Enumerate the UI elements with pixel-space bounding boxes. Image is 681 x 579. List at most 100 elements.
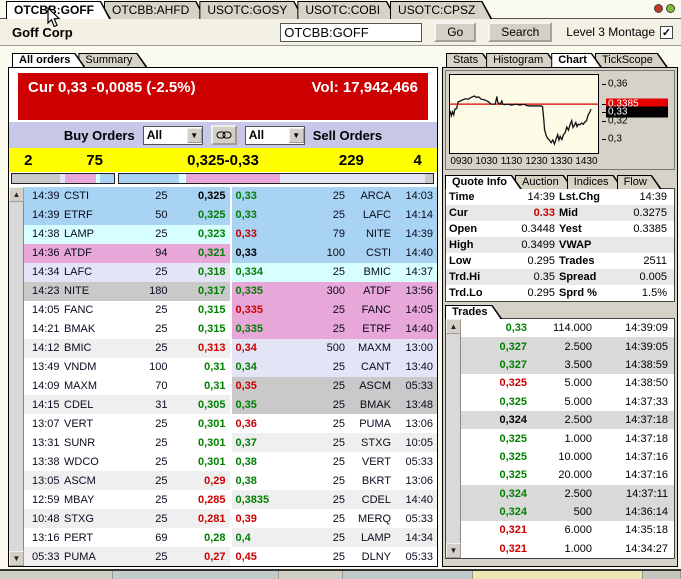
tab-usotc-cpsz[interactable]: USOTC:CPSZ (390, 1, 492, 19)
trade-row[interactable]: 0,3272.50014:39:05 (461, 337, 674, 355)
symbol-input[interactable] (280, 23, 422, 42)
bid-cell[interactable]: 14:39CSTI250,325 (24, 187, 230, 206)
ask-cell[interactable]: 0,3325ARCA14:03 (232, 187, 438, 206)
ask-cell[interactable]: 0,3825VERT05:33 (232, 452, 438, 471)
trade-row[interactable]: 0,3242.50014:37:18 (461, 411, 674, 429)
tab-summary[interactable]: Summary (78, 53, 147, 67)
ask-cell[interactable]: 0,3325LAFC14:14 (232, 206, 438, 225)
ask-cell[interactable]: 0,33425BMIC14:37 (232, 263, 438, 282)
trade-row[interactable]: 0,32520.00014:37:16 (461, 466, 674, 484)
book-row[interactable]: 14:39ETRF500,3250,3325LAFC14:14 (24, 206, 437, 225)
ask-cell[interactable]: 0,3525ASCM05:33 (232, 377, 438, 396)
tab-usotc-cobi[interactable]: USOTC:COBI (297, 1, 397, 19)
trade-row[interactable]: 0,3273.50014:38:59 (461, 356, 674, 374)
bid-cell[interactable]: 14:36ATDF940,321 (24, 244, 230, 263)
book-row[interactable]: 13:38WDCO250,3010,3825VERT05:33 (24, 452, 437, 471)
bid-cell[interactable]: 14:05FANC250,315 (24, 301, 230, 320)
link-filters-button[interactable] (211, 125, 237, 145)
ask-cell[interactable]: 0,425LAMP14:34 (232, 528, 438, 547)
book-row[interactable]: 14:09MAXM700,310,3525ASCM05:33 (24, 377, 437, 396)
ask-cell[interactable]: 0,33100CSTI14:40 (232, 244, 438, 263)
bid-cell[interactable]: 05:33PUMA250,27 (24, 547, 230, 566)
trade-row[interactable]: 0,3251.00014:37:18 (461, 429, 674, 447)
book-row[interactable]: 14:36ATDF940,3210,33100CSTI14:40 (24, 244, 437, 263)
go-button[interactable]: Go (434, 22, 476, 42)
ask-cell[interactable]: 0,383525CDEL14:40 (232, 490, 438, 509)
book-row[interactable]: 14:15CDEL310,3050,3525BMAK13:48 (24, 395, 437, 414)
scroll-up-icon[interactable]: ▲ (446, 319, 461, 334)
trade-row[interactable]: 0,3242.50014:37:11 (461, 485, 674, 503)
sell-filter-select[interactable]: All ▼ (245, 126, 305, 145)
ask-cell[interactable]: 0,3925MERQ05:33 (232, 509, 438, 528)
bid-cell[interactable]: 14:38LAMP250,323 (24, 225, 230, 244)
tab-all-orders[interactable]: All orders (12, 53, 85, 67)
bid-cell[interactable]: 14:39ETRF500,325 (24, 206, 230, 225)
tab-flow[interactable]: Flow (617, 175, 662, 189)
chevron-down-icon[interactable]: ▼ (289, 128, 304, 143)
tab-auction[interactable]: Auction (515, 175, 574, 189)
book-row[interactable]: 14:05FANC250,3150,33525FANC14:05 (24, 301, 437, 320)
ask-cell[interactable]: 0,33525ETRF14:40 (232, 320, 438, 339)
scroll-down-icon[interactable]: ▼ (446, 543, 461, 558)
bid-cell[interactable]: 13:16PERT690,28 (24, 528, 230, 547)
bid-cell[interactable]: 13:49VNDM1000,31 (24, 358, 230, 377)
book-row[interactable]: 14:38LAMP250,3230,3379NITE14:39 (24, 225, 437, 244)
trade-row[interactable]: 0,3211.00014:34:27 (461, 540, 674, 558)
ask-cell[interactable]: 0,4525DLNY05:33 (232, 547, 438, 566)
ask-cell[interactable]: 0,3379NITE14:39 (232, 225, 438, 244)
bid-cell[interactable]: 13:07VERT250,301 (24, 414, 230, 433)
book-row[interactable]: 14:12BMIC250,3130,34500MAXM13:00 (24, 339, 437, 358)
trade-row[interactable]: 0,3216.00014:35:18 (461, 521, 674, 539)
trade-row[interactable]: 0,3255.00014:37:33 (461, 393, 674, 411)
book-row[interactable]: 13:07VERT250,3010,3625PUMA13:06 (24, 414, 437, 433)
search-button[interactable]: Search (488, 22, 552, 42)
montage-checkbox[interactable]: ✓ (660, 26, 673, 39)
book-row[interactable]: 12:59MBAY250,2850,383525CDEL14:40 (24, 490, 437, 509)
bid-cell[interactable]: 14:12BMIC250,313 (24, 339, 230, 358)
bid-cell[interactable]: 14:21BMAK250,315 (24, 320, 230, 339)
book-row[interactable]: 10:48STXG250,2810,3925MERQ05:33 (24, 509, 437, 528)
tab-indices[interactable]: Indices (567, 175, 624, 189)
tab-trades[interactable]: Trades (445, 305, 502, 319)
ask-cell[interactable]: 0,34500MAXM13:00 (232, 339, 438, 358)
bid-cell[interactable]: 13:31SUNR250,301 (24, 433, 230, 452)
book-row[interactable]: 13:16PERT690,280,425LAMP14:34 (24, 528, 437, 547)
ask-cell[interactable]: 0,3425CANT13:40 (232, 358, 438, 377)
tab-chart[interactable]: Chart (551, 53, 602, 67)
ask-cell[interactable]: 0,3725STXG10:05 (232, 433, 438, 452)
book-row[interactable]: 13:05ASCM250,290,3825BKRT13:06 (24, 471, 437, 490)
book-scrollbar[interactable]: ▲ ▼ (9, 187, 24, 566)
chevron-down-icon[interactable]: ▼ (187, 128, 202, 143)
trades-scrollbar[interactable]: ▲ ▼ (446, 319, 461, 558)
bid-cell[interactable]: 14:34LAFC250,318 (24, 263, 230, 282)
tab-tickscope[interactable]: TickScope (595, 53, 668, 67)
trade-row[interactable]: 0,3255.00014:38:50 (461, 374, 674, 392)
tab-quote-info[interactable]: Quote Info (445, 175, 522, 189)
trade-row[interactable]: 0,32510.00014:37:16 (461, 448, 674, 466)
bid-cell[interactable]: 14:23NITE1800,317 (24, 282, 230, 301)
tab-otcbb-ahfd[interactable]: OTCBB:AHFD (104, 1, 206, 19)
book-row[interactable]: 05:33PUMA250,270,4525DLNY05:33 (24, 547, 437, 566)
tab-histogram[interactable]: Histogram (486, 53, 558, 67)
scroll-down-icon[interactable]: ▼ (9, 551, 24, 566)
ask-cell[interactable]: 0,3625PUMA13:06 (232, 414, 438, 433)
scroll-up-icon[interactable]: ▲ (9, 187, 24, 202)
tab-usotc-gosy[interactable]: USOTC:GOSY (199, 1, 304, 19)
bid-cell[interactable]: 10:48STXG250,281 (24, 509, 230, 528)
book-row[interactable]: 14:23NITE1800,3170,335300ATDF13:56 (24, 282, 437, 301)
trade-row[interactable]: 0,32450014:36:14 (461, 503, 674, 521)
ask-cell[interactable]: 0,335300ATDF13:56 (232, 282, 438, 301)
bid-cell[interactable]: 12:59MBAY250,285 (24, 490, 230, 509)
buy-filter-select[interactable]: All ▼ (143, 126, 203, 145)
book-row[interactable]: 13:49VNDM1000,310,3425CANT13:40 (24, 358, 437, 377)
ask-cell[interactable]: 0,33525FANC14:05 (232, 301, 438, 320)
ask-cell[interactable]: 0,3525BMAK13:48 (232, 395, 438, 414)
bid-cell[interactable]: 13:05ASCM250,29 (24, 471, 230, 490)
ask-cell[interactable]: 0,3825BKRT13:06 (232, 471, 438, 490)
book-row[interactable]: 14:21BMAK250,3150,33525ETRF14:40 (24, 320, 437, 339)
bid-cell[interactable]: 14:15CDEL310,305 (24, 395, 230, 414)
bid-cell[interactable]: 13:38WDCO250,301 (24, 452, 230, 471)
book-row[interactable]: 14:39CSTI250,3250,3325ARCA14:03 (24, 187, 437, 206)
trade-row[interactable]: 0,33114.00014:39:09 (461, 319, 674, 337)
bid-cell[interactable]: 14:09MAXM700,31 (24, 377, 230, 396)
